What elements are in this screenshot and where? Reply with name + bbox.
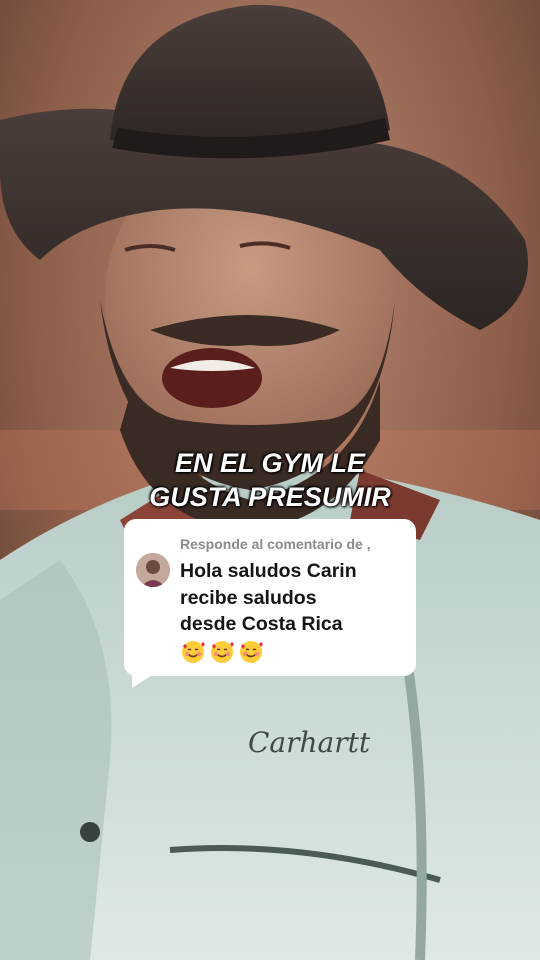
comment-line: Hola saludos Carin (180, 560, 357, 582)
video-caption: EN EL GYM LE GUSTA PRESUMIR (0, 446, 540, 514)
comment-text: Hola saludos Carin recibe saludos desde … (180, 558, 410, 638)
caption-line: GUSTA PRESUMIR (149, 482, 391, 512)
caption-line: EN EL GYM LE (174, 448, 366, 478)
smiling-face-with-hearts-icon (240, 641, 263, 663)
avatar-icon (136, 553, 170, 587)
emoji-row (180, 639, 264, 665)
smiling-face-with-hearts-icon (211, 641, 234, 663)
comment-line: recibe saludos (180, 586, 317, 609)
smiling-face-with-hearts-icon (182, 641, 205, 663)
comment-line: desde Costa Rica (180, 613, 343, 635)
avatar[interactable] (136, 553, 170, 587)
reply-label: Responde al comentario de , (180, 536, 371, 552)
reply-comment-sticker[interactable]: Responde al comentario de , Hola saludos… (124, 519, 416, 688)
shirt-logo: Carhartt (248, 726, 371, 759)
